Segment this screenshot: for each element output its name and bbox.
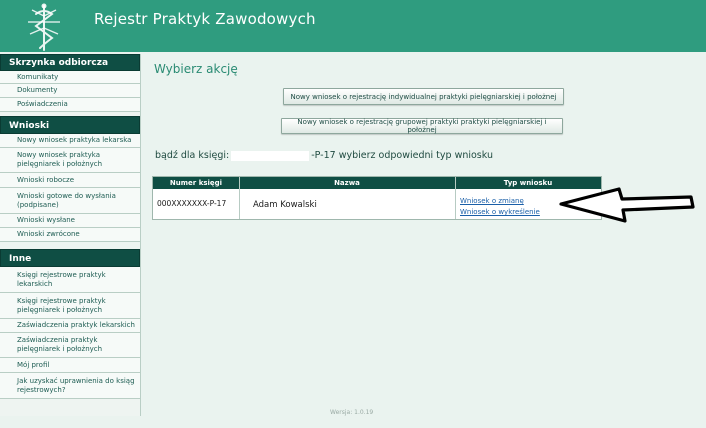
sidebar: Skrzynka odbiorcza Komunikaty Dokumenty … — [0, 54, 141, 416]
choose-prefix: bądź dla księgi: — [155, 150, 230, 161]
sidebar-item-permissions-help[interactable]: Jak uzyskać uprawnienia do ksiąg rejestr… — [0, 373, 140, 399]
column-header-name: Nazwa — [334, 179, 360, 187]
sidebar-item-komunikaty[interactable]: Komunikaty — [0, 71, 140, 84]
column-divider — [455, 177, 456, 219]
ledger-number-cell: 000XXXXXXX-P-17 — [157, 199, 227, 208]
page-title: Wybierz akcję — [154, 62, 238, 76]
new-individual-practice-button[interactable]: Nowy wniosek o rejestrację indywidualnej… — [283, 88, 564, 105]
arrow-left-icon — [559, 187, 695, 223]
sidebar-item-my-profile[interactable]: Mój profil — [0, 358, 140, 373]
sidebar-item-dokumenty[interactable]: Dokumenty — [0, 84, 140, 98]
choose-ledger-text: bądź dla księgi: -P-17 wybierz odpowiedn… — [155, 150, 493, 161]
sidebar-item-returned[interactable]: Wnioski zwrócone — [0, 228, 140, 242]
choose-suffix: -P-17 wybierz odpowiedni typ wniosku — [311, 150, 493, 161]
column-header-number: Numer księgi — [169, 179, 223, 187]
main-content: Wybierz akcję Nowy wniosek o rejestrację… — [141, 52, 706, 428]
column-divider — [239, 177, 240, 219]
sidebar-item-ready-to-send[interactable]: Wnioski gotowe do wysłania (podpisane) — [0, 188, 140, 214]
sidebar-item-new-nursing[interactable]: Nowy wniosek praktyka pielęgniarek i poł… — [0, 148, 140, 173]
ledger-name-cell: Adam Kowalski — [253, 200, 317, 210]
deletion-request-link[interactable]: Wniosek o wykreślenie — [460, 208, 540, 216]
sidebar-section-wnioski: Wnioski — [0, 116, 140, 134]
sidebar-item-registry-nursing[interactable]: Księgi rejestrowe praktyk pielęgniarek i… — [0, 293, 140, 319]
app-header: Rejestr Praktyk Zawodowych — [0, 0, 706, 52]
sidebar-item-poswiadczenia[interactable]: Poświadczenia — [0, 98, 140, 112]
sidebar-item-registry-medical[interactable]: Księgi rejestrowe praktyk lekarskich — [0, 267, 140, 293]
sidebar-item-new-medical[interactable]: Nowy wniosek praktyka lekarska — [0, 134, 140, 148]
version-label: Wersja: 1.0.19 — [330, 409, 374, 416]
sidebar-item-drafts[interactable]: Wnioski robocze — [0, 173, 140, 188]
sidebar-section-inne: Inne — [0, 249, 140, 267]
table-header: Numer księgi Nazwa Typ wniosku — [153, 177, 601, 189]
app-title: Rejestr Praktyk Zawodowych — [94, 10, 316, 28]
sidebar-item-certificates-medical[interactable]: Zaświadczenia praktyk lekarskich — [0, 319, 140, 333]
caduceus-logo-icon — [28, 3, 60, 51]
redacted-ledger-number — [231, 150, 310, 161]
sidebar-item-certificates-nursing[interactable]: Zaświadczenia praktyk pielęgniarek i poł… — [0, 333, 140, 358]
change-request-link[interactable]: Wniosek o zmianę — [460, 197, 524, 205]
sidebar-section-inbox: Skrzynka odbiorcza — [0, 54, 140, 71]
ledger-table: Numer księgi Nazwa Typ wniosku 000XXXXXX… — [152, 176, 602, 220]
sidebar-item-sent[interactable]: Wnioski wysłane — [0, 214, 140, 228]
new-group-practice-button[interactable]: Nowy wniosek o rejestrację grupowej prak… — [281, 118, 563, 134]
